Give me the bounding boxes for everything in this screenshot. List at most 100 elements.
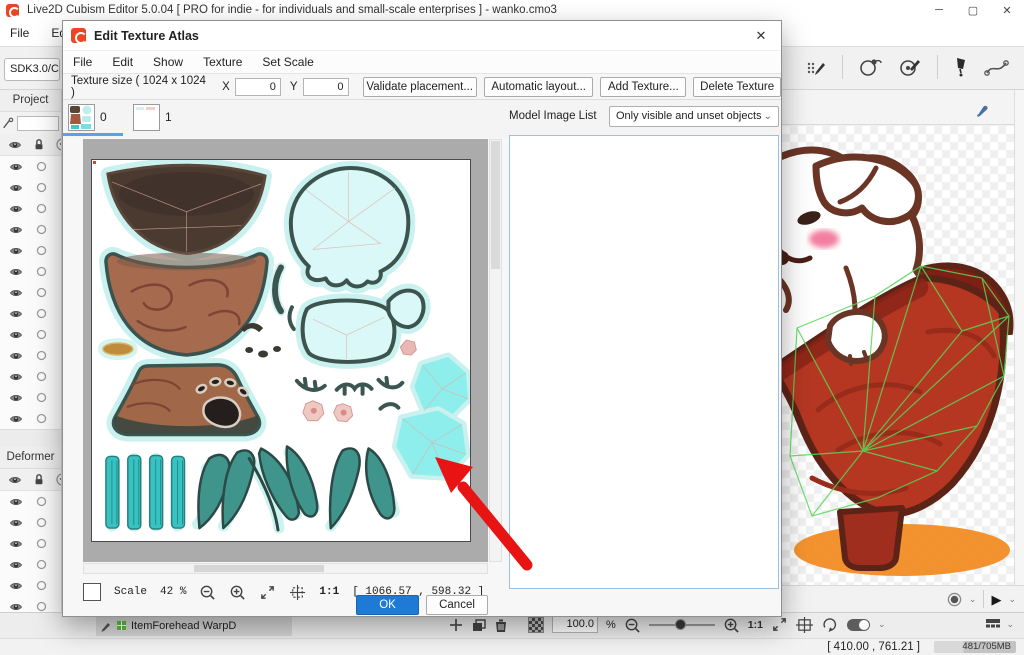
- fit-view-icon[interactable]: [259, 584, 276, 601]
- lock-toggle-circle-icon[interactable]: [36, 182, 47, 193]
- visibility-eye-icon[interactable]: [9, 559, 23, 571]
- dialog-menu-edit[interactable]: Edit: [112, 55, 133, 69]
- texture-atlas-canvas[interactable]: .halo { fill:none; stroke:#c9f1ef; strok…: [83, 139, 488, 562]
- lock-header-icon[interactable]: [33, 473, 45, 486]
- dialog-menu-texture[interactable]: Texture: [203, 55, 242, 69]
- grid-snap-icon[interactable]: [796, 617, 813, 633]
- filter-icon[interactable]: [2, 117, 14, 130]
- layer-row[interactable]: [0, 491, 61, 512]
- lock-toggle-circle-icon[interactable]: [36, 287, 47, 298]
- center-view-icon[interactable]: [289, 584, 306, 601]
- actual-size-button[interactable]: 1:1: [748, 619, 763, 631]
- x-offset-input[interactable]: 0: [235, 78, 281, 96]
- texture-thumbnail-0[interactable]: [68, 104, 95, 131]
- view-toggle-switch[interactable]: [847, 619, 870, 631]
- minimize-button[interactable]: ─: [922, 0, 956, 20]
- pen-knife-tool-icon[interactable]: [952, 56, 970, 78]
- background-color-swatch[interactable]: [83, 583, 101, 601]
- canvas-zoom-input[interactable]: 100.0: [552, 616, 598, 633]
- toggle-options-chevron-icon[interactable]: ⌄: [878, 619, 886, 630]
- dialog-menu-show[interactable]: Show: [153, 55, 183, 69]
- record-options-chevron-icon[interactable]: ⌄: [969, 594, 977, 605]
- layer-row[interactable]: [0, 303, 61, 324]
- lock-toggle-circle-icon[interactable]: [36, 329, 47, 340]
- lock-toggle-circle-icon[interactable]: [36, 224, 47, 235]
- delete-texture-button[interactable]: Delete Texture: [693, 77, 781, 97]
- layer-row[interactable]: [0, 408, 61, 429]
- layer-row[interactable]: [0, 282, 61, 303]
- texture-thumbnail-1[interactable]: [133, 104, 160, 131]
- lock-toggle-circle-icon[interactable]: [36, 392, 47, 403]
- visibility-eye-icon[interactable]: [9, 601, 23, 613]
- layer-row[interactable]: [0, 261, 61, 282]
- rotate-view-icon[interactable]: [821, 617, 839, 633]
- lock-toggle-circle-icon[interactable]: [36, 517, 47, 528]
- dialog-menu-set-scale[interactable]: Set Scale: [262, 55, 313, 69]
- layout-chevron-icon[interactable]: ⌄: [1006, 619, 1014, 630]
- layer-row[interactable]: [0, 177, 61, 198]
- add-texture-button[interactable]: Add Texture...: [600, 77, 686, 97]
- lock-toggle-circle-icon[interactable]: [36, 203, 47, 214]
- visibility-eye-icon[interactable]: [9, 350, 23, 362]
- visibility-eye-icon[interactable]: [9, 580, 23, 592]
- ok-button[interactable]: OK: [356, 595, 419, 615]
- layer-row[interactable]: [0, 219, 61, 240]
- visibility-eye-icon[interactable]: [9, 203, 23, 215]
- layer-row[interactable]: [0, 554, 61, 575]
- visibility-eye-icon[interactable]: [9, 392, 23, 404]
- lock-toggle-circle-icon[interactable]: [36, 371, 47, 382]
- lock-toggle-circle-icon[interactable]: [36, 245, 47, 256]
- visibility-eye-icon[interactable]: [9, 517, 23, 529]
- layer-row[interactable]: [0, 198, 61, 219]
- lock-toggle-circle-icon[interactable]: [36, 308, 47, 319]
- model-canvas[interactable]: [782, 126, 1014, 585]
- trash-icon[interactable]: [494, 618, 508, 633]
- lasso-circle-tool-icon[interactable]: [857, 56, 883, 78]
- lock-toggle-circle-icon[interactable]: [36, 601, 47, 612]
- lock-toggle-circle-icon[interactable]: [36, 580, 47, 591]
- lock-header-icon[interactable]: [33, 138, 45, 151]
- layout-grid-icon[interactable]: [985, 618, 1001, 631]
- layer-row[interactable]: [0, 533, 61, 554]
- record-button[interactable]: [947, 592, 962, 607]
- visibility-eye-icon[interactable]: [9, 224, 23, 236]
- lock-toggle-circle-icon[interactable]: [36, 161, 47, 172]
- zoom-out-icon[interactable]: [624, 617, 641, 633]
- visibility-header-eye-icon[interactable]: [8, 139, 22, 151]
- atlas-vertical-scrollbar[interactable]: [489, 139, 502, 562]
- validate-placement-button[interactable]: Validate placement...: [363, 77, 477, 97]
- curve-path-tool-icon[interactable]: [984, 56, 1010, 78]
- add-icon[interactable]: [448, 617, 464, 633]
- visibility-eye-icon[interactable]: [9, 371, 23, 383]
- layer-row[interactable]: [0, 512, 61, 533]
- layer-row[interactable]: [0, 345, 61, 366]
- lock-toggle-circle-icon[interactable]: [36, 559, 47, 570]
- visibility-eye-icon[interactable]: [9, 308, 23, 320]
- fit-view-icon[interactable]: [771, 616, 788, 633]
- zoom-in-icon[interactable]: [723, 617, 740, 633]
- visibility-header-eye-icon[interactable]: [8, 474, 22, 486]
- lock-toggle-circle-icon[interactable]: [36, 266, 47, 277]
- layer-row[interactable]: [0, 240, 61, 261]
- actual-size-button[interactable]: 1:1: [319, 586, 339, 598]
- close-button[interactable]: ✕: [990, 0, 1024, 20]
- duplicate-layers-icon[interactable]: [471, 618, 487, 633]
- automatic-layout-button[interactable]: Automatic layout...: [484, 77, 594, 97]
- maximize-button[interactable]: ▢: [956, 0, 990, 20]
- visibility-eye-icon[interactable]: [9, 245, 23, 257]
- selected-deformer-chip[interactable]: ItemForehead WarpD: [96, 615, 292, 636]
- cancel-button[interactable]: Cancel: [426, 595, 488, 615]
- y-offset-input[interactable]: 0: [303, 78, 349, 96]
- lock-toggle-circle-icon[interactable]: [36, 538, 47, 549]
- lock-toggle-circle-icon[interactable]: [36, 413, 47, 424]
- visibility-eye-icon[interactable]: [9, 538, 23, 550]
- visibility-eye-icon[interactable]: [9, 329, 23, 341]
- atlas-horizontal-scrollbar[interactable]: [83, 563, 488, 574]
- layer-row[interactable]: [0, 575, 61, 596]
- dialog-menu-file[interactable]: File: [73, 55, 92, 69]
- play-options-chevron-icon[interactable]: ⌄: [1008, 594, 1016, 605]
- visibility-eye-icon[interactable]: [9, 413, 23, 425]
- pen-tool-icon[interactable]: [975, 103, 990, 118]
- model-image-list[interactable]: [509, 135, 779, 589]
- zoom-in-icon[interactable]: [229, 584, 246, 600]
